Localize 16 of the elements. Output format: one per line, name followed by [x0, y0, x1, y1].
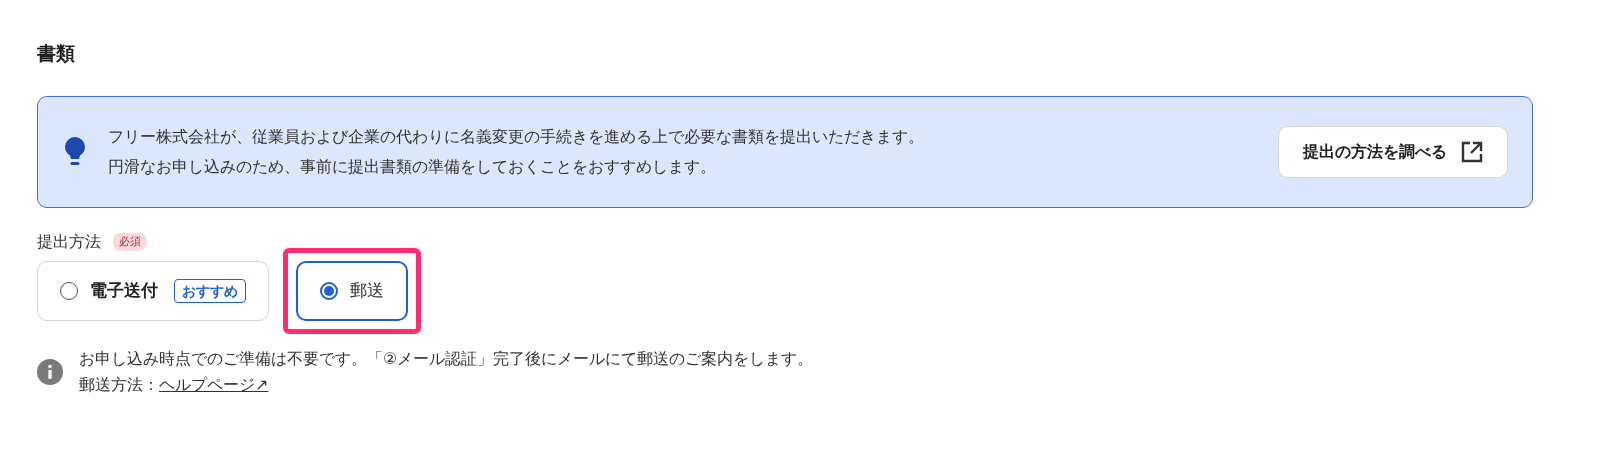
help-page-link[interactable]: ヘルプページ↗ [159, 372, 269, 398]
external-link-icon [1461, 141, 1483, 163]
radio-option[interactable]: 郵送 [296, 261, 408, 321]
notice-text: 円滑なお申し込みのため、事前に提出書類の準備をしておくことをおすすめします。 [108, 156, 717, 178]
radio-option[interactable]: 電子送付 おすすめ [37, 261, 269, 321]
learn-method-button[interactable]: 提出の方法を調べる [1278, 126, 1508, 178]
required-badge: 必須 [113, 232, 147, 252]
radio-button[interactable] [320, 282, 338, 300]
note-text: お申し込み時点でのご準備は不要です。「②メール認証」完了後にメールにて郵送のご案内をします。 [79, 348, 814, 370]
notice-text: フリー株式会社が、従業員および企業の代わりに名義変更の手続きを進める上で必要な書類を提出いただきます。 [108, 126, 925, 148]
note-text: 郵送方法： [79, 374, 159, 396]
field-label: 提出方法 [37, 231, 101, 253]
section-title: 書類 [37, 41, 76, 66]
lightbulb-icon [64, 136, 86, 168]
recommended-badge: おすすめ [174, 279, 246, 303]
info-icon [37, 359, 63, 385]
